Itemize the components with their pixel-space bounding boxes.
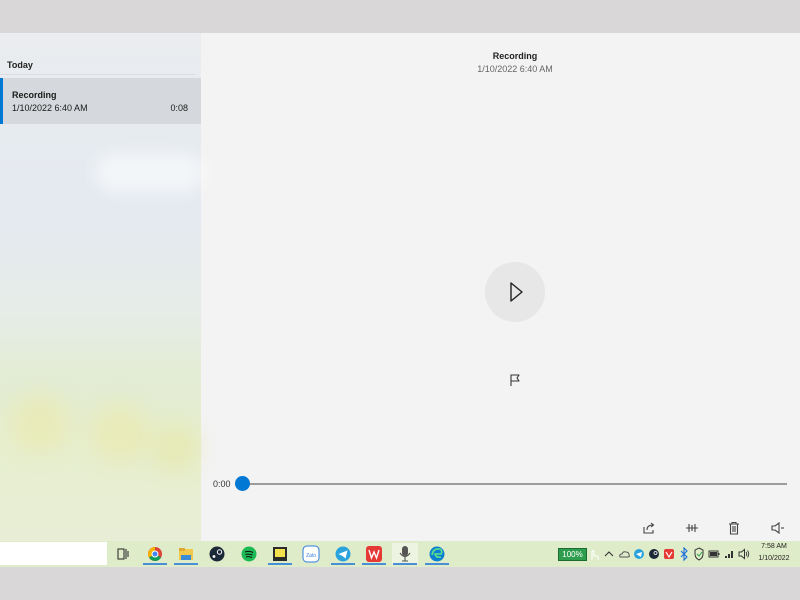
- running-indicator: [425, 563, 449, 565]
- svg-text:Zalo: Zalo: [306, 553, 316, 559]
- steam-tray-icon[interactable]: [648, 546, 660, 562]
- battery-tray-icon[interactable]: [708, 546, 720, 562]
- volume-icon[interactable]: [738, 546, 750, 562]
- vivaldi-icon[interactable]: [663, 546, 675, 562]
- zalo-icon[interactable]: Zalo: [298, 543, 324, 565]
- recording-list-item[interactable]: Recording 1/10/2022 6:40 AM 0:08: [0, 78, 201, 124]
- recordings-list-pane: Today Recording 1/10/2022 6:40 AM 0:08: [0, 33, 205, 541]
- bluetooth-icon[interactable]: [678, 546, 690, 562]
- wps-office-icon[interactable]: [361, 543, 387, 565]
- voice-recorder-window: Today Recording 1/10/2022 6:40 AM 0:08 `…: [0, 33, 800, 567]
- section-title-today: Today: [7, 60, 33, 70]
- voice-recorder-icon[interactable]: [392, 543, 418, 565]
- wallpaper-glow: [10, 393, 70, 453]
- file-explorer-icon[interactable]: [173, 543, 199, 565]
- running-indicator: [331, 563, 355, 565]
- wallpaper-glow: [95, 153, 205, 193]
- play-icon: [510, 282, 523, 302]
- recording-duration: 0:08: [170, 103, 188, 113]
- sticky-notes-icon[interactable]: [267, 543, 293, 565]
- telegram-icon[interactable]: [330, 543, 356, 565]
- trim-icon[interactable]: [685, 521, 699, 535]
- flag-icon[interactable]: [508, 373, 522, 387]
- share-icon[interactable]: [642, 521, 656, 535]
- spotify-icon[interactable]: [236, 543, 262, 565]
- touch-icon[interactable]: [588, 546, 600, 562]
- taskbar: Zalo 100% 7:58 AM 1/10/2022: [0, 541, 800, 567]
- running-indicator: [393, 563, 417, 565]
- running-indicator: [174, 563, 198, 565]
- wifi-icon[interactable]: [723, 546, 735, 562]
- section-divider: [0, 74, 195, 75]
- taskbar-search-box[interactable]: [0, 542, 107, 565]
- seek-thumb[interactable]: [234, 476, 250, 491]
- chevron-up-icon[interactable]: [603, 546, 615, 562]
- chrome-icon[interactable]: [142, 543, 168, 565]
- task-view-icon[interactable]: [110, 543, 136, 565]
- steam-icon[interactable]: [204, 543, 230, 565]
- recording-timestamp: 1/10/2022 6:40 AM: [477, 64, 553, 74]
- running-indicator: [362, 563, 386, 565]
- clock-time[interactable]: 7:58 AM: [752, 543, 796, 550]
- play-button[interactable]: [485, 262, 545, 322]
- current-time: 0:00: [213, 479, 231, 489]
- onedrive-icon[interactable]: [618, 546, 630, 562]
- recording-name: Recording: [12, 90, 57, 100]
- running-indicator: [268, 563, 292, 565]
- security-icon[interactable]: [693, 546, 705, 562]
- wallpaper-glow: [150, 423, 200, 473]
- window-corner-mark: `: [783, 33, 786, 38]
- clock-date[interactable]: 1/10/2022: [752, 555, 796, 562]
- running-indicator: [143, 563, 167, 565]
- wallpaper-glow: [90, 403, 150, 463]
- telegram-tray-icon[interactable]: [633, 546, 645, 562]
- speaker-icon[interactable]: [771, 521, 785, 535]
- delete-icon[interactable]: [727, 521, 741, 535]
- seek-bar[interactable]: [242, 483, 787, 485]
- recording-title: Recording: [492, 51, 538, 61]
- battery-indicator[interactable]: 100%: [558, 548, 587, 561]
- selection-indicator: [0, 78, 3, 124]
- edge-icon[interactable]: [424, 543, 450, 565]
- recording-date: 1/10/2022 6:40 AM: [12, 103, 88, 113]
